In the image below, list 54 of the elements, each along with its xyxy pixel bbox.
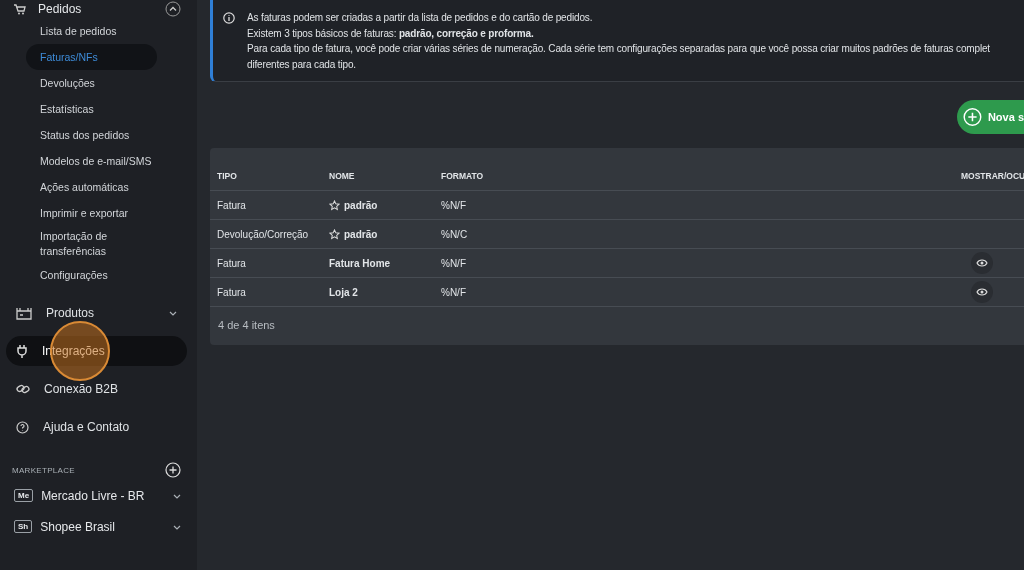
- table-cell-text: %N/C: [441, 228, 469, 240]
- table-cell-text: Fatura: [217, 286, 247, 298]
- marketplace-badge: Sh: [14, 520, 33, 533]
- eye-button[interactable]: [971, 281, 993, 303]
- column-header: FORMATO: [441, 171, 485, 181]
- table-cell-text: Fatura: [217, 199, 247, 211]
- table-cell-text: Fatura Home: [329, 257, 392, 269]
- submenu-item[interactable]: Importação de transferências: [26, 226, 146, 262]
- submenu-item[interactable]: Modelos de e-mail/SMS: [26, 148, 157, 174]
- table-cell-text: Devolução/Correção: [217, 228, 310, 240]
- nav-item[interactable]: Shopee Brasil: [40, 519, 165, 534]
- new-series-button[interactable]: Nova s: [957, 100, 1024, 134]
- table-cell-text: %N/F: [441, 257, 467, 269]
- nav-item[interactable]: Conexão B2B: [6, 374, 187, 404]
- eye-icon: [976, 288, 988, 296]
- column-header: MOSTRAR/OCU: [961, 171, 1024, 181]
- submenu-item[interactable]: Devoluções: [26, 70, 157, 96]
- collapse-button[interactable]: [165, 1, 181, 17]
- info-text: As faturas podem ser criadas a partir da lista de pedidos e do cartão de pedidos.: [247, 11, 594, 25]
- nav-item[interactable]: Ajuda e Contato: [6, 412, 187, 442]
- info-text: Existem 3 tipos básicos de faturas: padrão, correção e proforma.: [247, 26, 535, 41]
- eye-button[interactable]: [971, 252, 993, 274]
- nav-item[interactable]: Mercado Livre - BR: [41, 488, 165, 503]
- table-cell: padrão: [329, 228, 441, 240]
- plus-icon[interactable]: [165, 462, 181, 478]
- nav-item[interactable]: Produtos: [6, 298, 187, 328]
- link-icon: [16, 383, 30, 395]
- table-cell-text: %N/F: [441, 199, 467, 211]
- info-icon: [223, 12, 235, 24]
- info-text: diferentes para cada tipo.: [247, 57, 357, 72]
- submenu-item[interactable]: Status dos pedidos: [26, 122, 157, 148]
- cart-icon: [14, 3, 26, 15]
- column-header: TIPO: [217, 171, 238, 181]
- submenu-item[interactable]: Ações automáticas: [26, 174, 157, 200]
- submenu-item[interactable]: Configurações: [26, 262, 157, 288]
- submenu-item[interactable]: Faturas/NFs: [26, 44, 157, 70]
- nav-item[interactable]: Pedidos: [14, 2, 82, 16]
- table-cell-text: Loja 2: [329, 286, 359, 298]
- submenu-item[interactable]: Estatísticas: [26, 96, 157, 122]
- submenu-item[interactable]: Imprimir e exportar: [26, 200, 157, 226]
- submenu-item[interactable]: Lista de pedidos: [26, 18, 157, 44]
- box-icon: [16, 306, 32, 320]
- column-header: NOME: [329, 171, 356, 181]
- table-cell-text: Fatura: [217, 257, 247, 269]
- table-cell-text: %N/F: [441, 286, 467, 298]
- info-text: Para cada tipo de fatura, você pode criar várias séries de numeração. Cada série tem configurações separadas para que você possa criar muitos padrões de faturas complet: [247, 42, 990, 56]
- item-count: 4 de 4 itens: [217, 318, 276, 333]
- chevron-icon: [169, 309, 177, 317]
- marketplace-badge: Me: [14, 489, 34, 502]
- table-cell: padrão: [329, 199, 441, 211]
- eye-icon: [976, 259, 988, 267]
- section-title: MARKETPLACE: [12, 465, 75, 475]
- help-icon: [16, 420, 29, 434]
- plug-icon: [16, 344, 28, 358]
